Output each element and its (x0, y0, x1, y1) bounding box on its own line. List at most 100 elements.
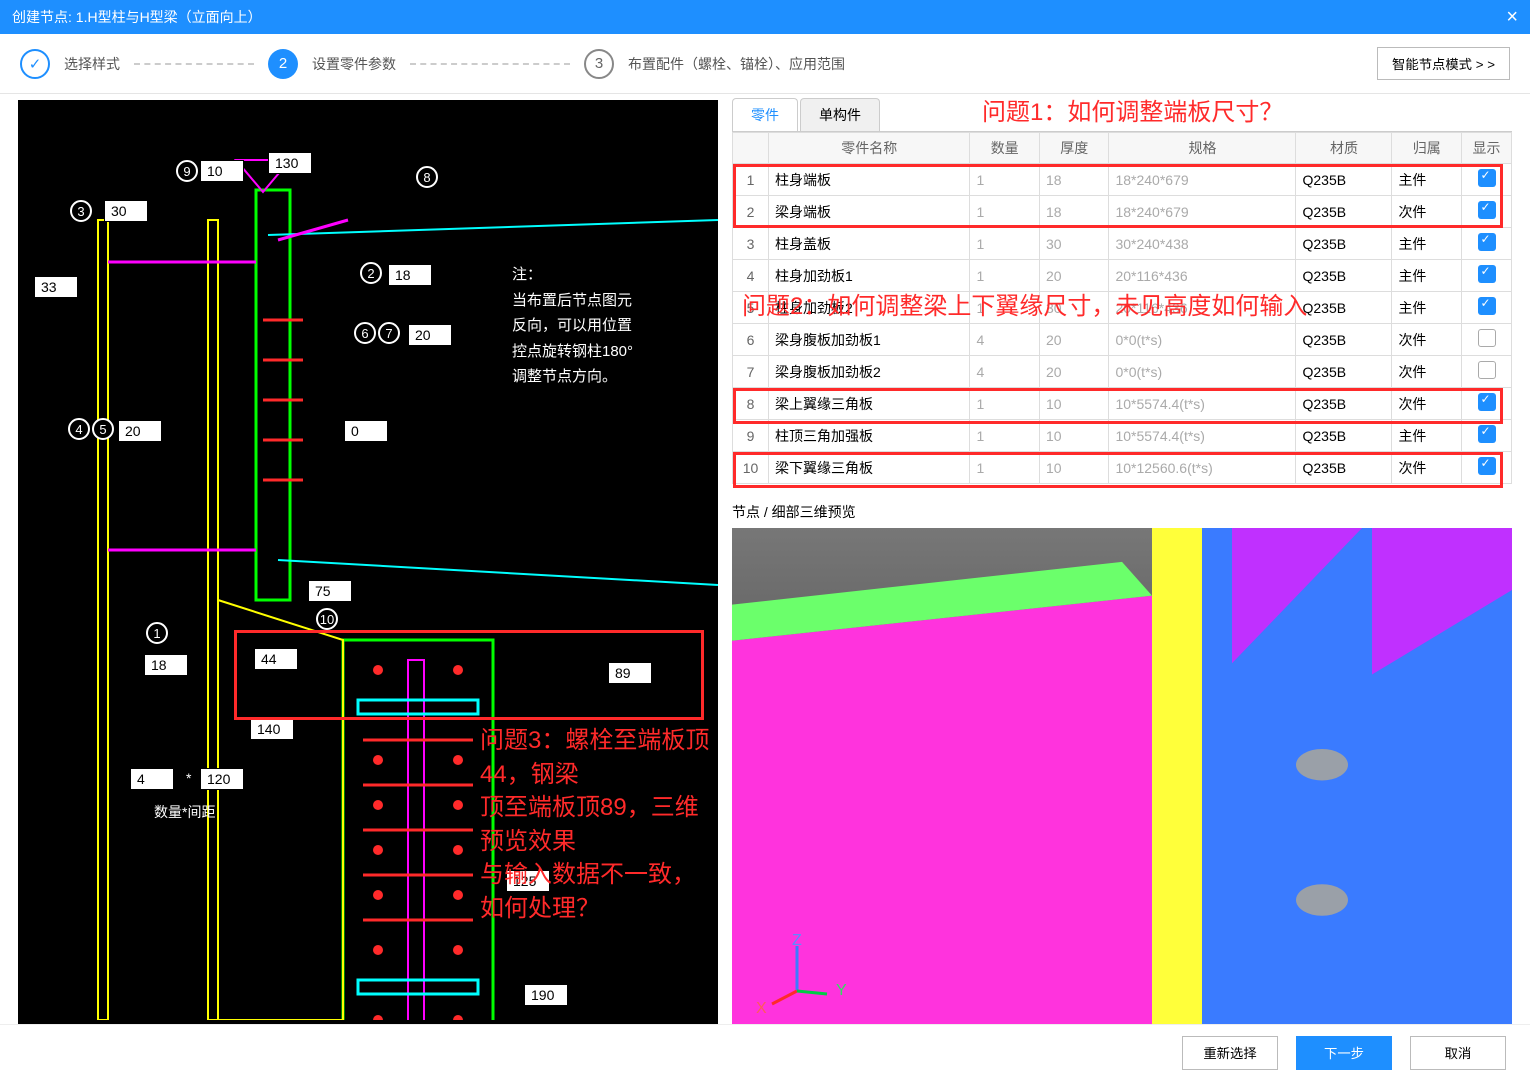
cell-thk[interactable]: 18 (1039, 196, 1109, 228)
cell-mat[interactable]: Q235B (1296, 324, 1392, 356)
cell-own[interactable]: 次件 (1392, 356, 1462, 388)
cell-thk[interactable]: 10 (1039, 420, 1109, 452)
tab-parts[interactable]: 零件 (732, 98, 798, 131)
cell-qty[interactable]: 4 (970, 356, 1040, 388)
cell-mat[interactable]: Q235B (1296, 452, 1392, 484)
cell-mat[interactable]: Q235B (1296, 388, 1392, 420)
cell-show[interactable] (1462, 164, 1512, 196)
dim-input[interactable]: 33 (34, 276, 78, 298)
cell-own[interactable]: 次件 (1392, 196, 1462, 228)
cell-mat[interactable]: Q235B (1296, 260, 1392, 292)
cell-mat[interactable]: Q235B (1296, 420, 1392, 452)
cell-own[interactable]: 主件 (1392, 260, 1462, 292)
cell-own[interactable]: 主件 (1392, 292, 1462, 324)
table-row[interactable]: 6梁身腹板加劲板14200*0(t*s)Q235B次件 (733, 324, 1512, 356)
dim-input[interactable]: 20 (118, 420, 162, 442)
cell-thk[interactable]: 30 (1039, 228, 1109, 260)
cell-show[interactable] (1462, 292, 1512, 324)
cell-name[interactable]: 梁身腹板加劲板1 (769, 324, 970, 356)
table-row[interactable]: 7梁身腹板加劲板24200*0(t*s)Q235B次件 (733, 356, 1512, 388)
cell-thk[interactable]: 20 (1039, 324, 1109, 356)
checkbox-icon[interactable] (1478, 361, 1496, 379)
cell-name[interactable]: 梁上翼缘三角板 (769, 388, 970, 420)
cell-show[interactable] (1462, 452, 1512, 484)
checkbox-icon[interactable] (1478, 297, 1496, 315)
cell-name[interactable]: 梁身端板 (769, 196, 970, 228)
cell-show[interactable] (1462, 420, 1512, 452)
checkbox-icon[interactable] (1478, 233, 1496, 251)
cell-qty[interactable]: 1 (970, 292, 1040, 324)
cell-spec[interactable]: 10*5574.4(t*s) (1109, 420, 1296, 452)
dim-input[interactable]: 89 (608, 662, 652, 684)
cell-spec[interactable]: 18*240*679 (1109, 196, 1296, 228)
cell-spec[interactable]: 10*12560.6(t*s) (1109, 452, 1296, 484)
table-row[interactable]: 8梁上翼缘三角板11010*5574.4(t*s)Q235B次件 (733, 388, 1512, 420)
dim-input[interactable]: 120 (200, 768, 244, 790)
cell-spec[interactable]: 20*116*436 (1109, 260, 1296, 292)
cell-thk[interactable]: 20 (1039, 356, 1109, 388)
checkbox-icon[interactable] (1478, 201, 1496, 219)
close-icon[interactable]: × (1506, 6, 1518, 29)
table-row[interactable]: 1柱身端板11818*240*679Q235B主件 (733, 164, 1512, 196)
cell-thk[interactable]: 10 (1039, 388, 1109, 420)
cell-spec[interactable]: 0*0(t*s) (1109, 324, 1296, 356)
checkbox-icon[interactable] (1478, 169, 1496, 187)
cell-name[interactable]: 柱顶三角加强板 (769, 420, 970, 452)
checkbox-icon[interactable] (1478, 393, 1496, 411)
cell-qty[interactable]: 4 (970, 324, 1040, 356)
preview-3d[interactable]: Z X Y (732, 528, 1512, 1024)
cell-own[interactable]: 主件 (1392, 228, 1462, 260)
dim-input[interactable]: 44 (254, 648, 298, 670)
table-row[interactable]: 5柱身加劲板213020*116*436Q235B主件 (733, 292, 1512, 324)
checkbox-icon[interactable] (1478, 457, 1496, 475)
cell-show[interactable] (1462, 228, 1512, 260)
cell-qty[interactable]: 1 (970, 196, 1040, 228)
dim-input[interactable]: 30 (104, 200, 148, 222)
cancel-button[interactable]: 取消 (1410, 1036, 1506, 1070)
dim-input[interactable]: 18 (144, 654, 188, 676)
cell-mat[interactable]: Q235B (1296, 228, 1392, 260)
table-row[interactable]: 3柱身盖板13030*240*438Q235B主件 (733, 228, 1512, 260)
cell-name[interactable]: 柱身端板 (769, 164, 970, 196)
cell-own[interactable]: 次件 (1392, 388, 1462, 420)
cell-mat[interactable]: Q235B (1296, 356, 1392, 388)
reselect-button[interactable]: 重新选择 (1182, 1036, 1278, 1070)
dim-input[interactable]: 140 (250, 718, 294, 740)
dim-input[interactable]: 20 (408, 324, 452, 346)
cell-own[interactable]: 次件 (1392, 452, 1462, 484)
cell-spec[interactable]: 30*240*438 (1109, 228, 1296, 260)
cell-spec[interactable]: 18*240*679 (1109, 164, 1296, 196)
cell-show[interactable] (1462, 260, 1512, 292)
cell-thk[interactable]: 10 (1039, 452, 1109, 484)
dim-input[interactable]: 130 (268, 152, 312, 174)
table-row[interactable]: 4柱身加劲板112020*116*436Q235B主件 (733, 260, 1512, 292)
dim-input[interactable]: 190 (524, 984, 568, 1006)
tab-single[interactable]: 单构件 (800, 98, 880, 131)
cell-thk[interactable]: 20 (1039, 260, 1109, 292)
dim-input[interactable]: 10 (200, 160, 244, 182)
cell-spec[interactable]: 20*116*436 (1109, 292, 1296, 324)
dim-input[interactable]: 4 (130, 768, 174, 790)
checkbox-icon[interactable] (1478, 425, 1496, 443)
table-row[interactable]: 9柱顶三角加强板11010*5574.4(t*s)Q235B主件 (733, 420, 1512, 452)
dim-input[interactable]: 125 (506, 870, 550, 892)
dim-input[interactable]: 0 (344, 420, 388, 442)
cell-name[interactable]: 柱身加劲板1 (769, 260, 970, 292)
cell-qty[interactable]: 1 (970, 228, 1040, 260)
cell-qty[interactable]: 1 (970, 164, 1040, 196)
cell-qty[interactable]: 1 (970, 388, 1040, 420)
cell-show[interactable] (1462, 324, 1512, 356)
cell-spec[interactable]: 10*5574.4(t*s) (1109, 388, 1296, 420)
table-row[interactable]: 2梁身端板11818*240*679Q235B次件 (733, 196, 1512, 228)
cell-name[interactable]: 梁身腹板加劲板2 (769, 356, 970, 388)
cell-name[interactable]: 柱身加劲板2 (769, 292, 970, 324)
step-1-icon[interactable]: ✓ (20, 49, 50, 79)
cell-qty[interactable]: 1 (970, 452, 1040, 484)
checkbox-icon[interactable] (1478, 329, 1496, 347)
cell-mat[interactable]: Q235B (1296, 164, 1392, 196)
cell-thk[interactable]: 30 (1039, 292, 1109, 324)
cell-qty[interactable]: 1 (970, 420, 1040, 452)
table-row[interactable]: 10梁下翼缘三角板11010*12560.6(t*s)Q235B次件 (733, 452, 1512, 484)
next-button[interactable]: 下一步 (1296, 1036, 1392, 1070)
cell-name[interactable]: 梁下翼缘三角板 (769, 452, 970, 484)
